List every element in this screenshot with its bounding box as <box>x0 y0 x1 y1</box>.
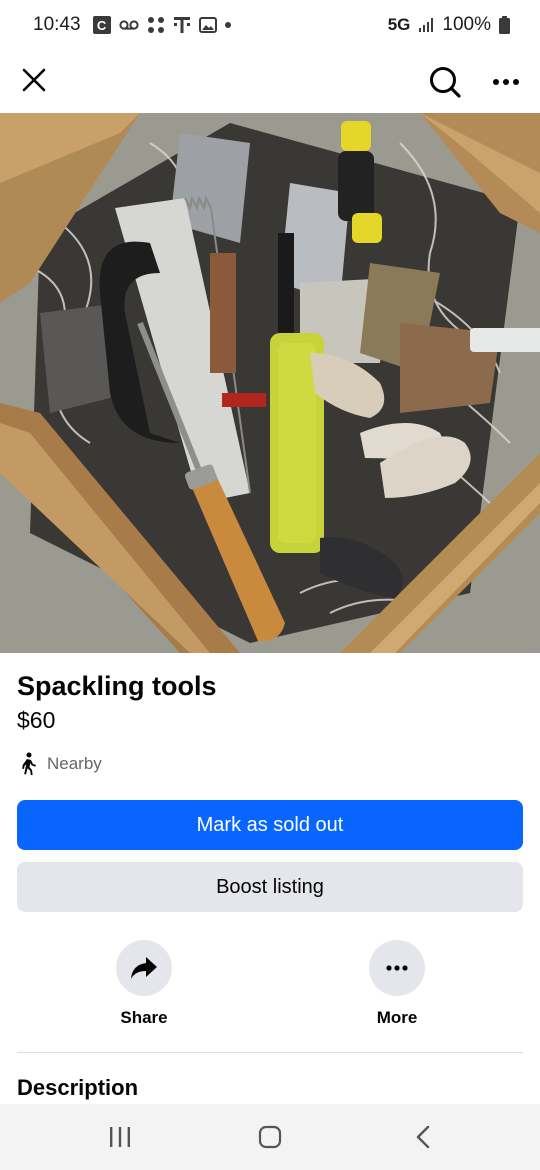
share-arrow-icon <box>131 957 157 979</box>
more-options-button[interactable] <box>486 60 526 104</box>
share-circle[interactable] <box>116 940 172 996</box>
carrier-badge-icon: C <box>92 16 111 34</box>
listing-location: Nearby <box>17 752 102 776</box>
listing-title: Spackling tools <box>17 671 217 701</box>
more-circle[interactable] <box>369 940 425 996</box>
network-type: 5G <box>387 15 411 34</box>
close-button[interactable] <box>14 60 54 100</box>
back-chevron-icon <box>416 1125 430 1149</box>
status-right: 5G 100% <box>388 14 510 36</box>
app-grid-icon <box>147 16 165 34</box>
tmobile-icon <box>173 15 191 35</box>
recents-button[interactable] <box>90 1119 150 1155</box>
listing-photo[interactable] <box>0 113 540 653</box>
voicemail-icon <box>118 19 139 31</box>
battery-icon <box>499 16 510 34</box>
system-nav-bar <box>0 1104 540 1170</box>
share-action[interactable]: Share <box>89 940 199 1028</box>
more-horizontal-icon <box>386 965 408 971</box>
search-icon <box>430 67 461 98</box>
search-button[interactable] <box>423 60 467 104</box>
close-icon <box>22 68 46 92</box>
notification-dot-icon <box>224 22 231 28</box>
top-app-bar <box>0 50 540 112</box>
status-time: 10:43 <box>33 14 81 35</box>
listing-photo-illustration <box>0 113 540 653</box>
more-label: More <box>376 1008 418 1027</box>
home-button[interactable] <box>240 1119 300 1155</box>
gallery-icon <box>198 17 217 33</box>
signal-icon <box>418 17 434 33</box>
more-action[interactable]: More <box>342 940 452 1028</box>
recents-icon <box>110 1127 130 1147</box>
home-icon <box>258 1125 282 1149</box>
listing-price: $60 <box>17 707 56 733</box>
status-left: 10:43 C <box>33 14 231 36</box>
back-button[interactable] <box>393 1119 453 1155</box>
battery-percent: 100% <box>442 14 491 35</box>
more-horizontal-icon <box>493 79 519 85</box>
section-divider <box>17 1052 523 1053</box>
location-label: Nearby <box>47 754 102 773</box>
share-label: Share <box>120 1008 168 1027</box>
mark-as-sold-out-button[interactable]: Mark as sold out <box>17 800 523 850</box>
boost-listing-button[interactable]: Boost listing <box>17 862 523 912</box>
status-bar: 10:43 C 5G 100% <box>0 0 540 50</box>
description-heading: Description <box>17 1075 139 1100</box>
walking-person-icon <box>17 752 39 776</box>
